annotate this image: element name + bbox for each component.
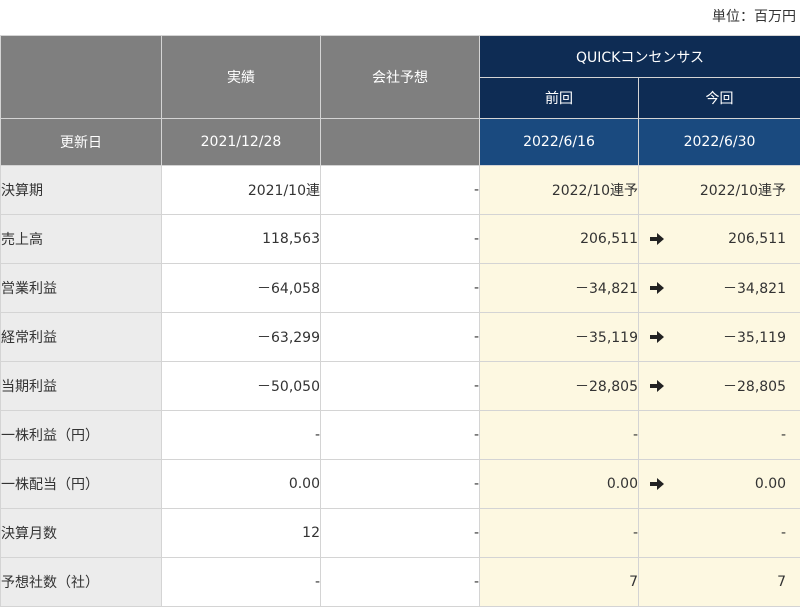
cell-previous: 7 [479,557,639,607]
cell-current: 7 [637,557,800,607]
cell-previous: 2022/10連予 [479,165,639,215]
cell-actual: 0.00 [161,459,321,509]
cell-previous: －34,821 [479,263,639,313]
cell-current-value: －35,119 [723,330,787,346]
row-label: 売上高 [0,214,162,264]
cell-current-value: 2022/10連予 [699,183,787,199]
cell-previous: 206,511 [479,214,639,264]
cell-current: 0.00 [637,459,800,509]
row-label: 決算月数 [0,508,162,558]
cell-actual: 118,563 [161,214,321,264]
cell-current-value: －28,805 [723,379,787,395]
cell-current: －35,119 [637,312,800,362]
row-label: 一株利益（円） [0,410,162,460]
cell-actual: －50,050 [161,361,321,411]
cell-actual: - [161,410,321,460]
header-quick-consensus: QUICKコンセンサス [478,35,800,78]
cell-actual: －63,299 [161,312,321,362]
cell-current-value: －34,821 [723,281,787,297]
cell-current: 206,511 [637,214,800,264]
arrow-right-icon [650,282,664,294]
cell-company-forecast: - [320,459,480,509]
cell-current-value: - [780,427,787,443]
cell-previous: - [479,508,639,558]
cell-current: - [637,508,800,558]
cell-company-forecast: - [320,312,480,362]
row-label: 予想社数（社） [0,557,162,607]
cell-actual: 2021/10連 [161,165,321,215]
cell-company-forecast: - [320,508,480,558]
cell-current-value: - [780,525,787,541]
header-company-forecast: 会社予想 [320,35,480,119]
cell-actual: - [161,557,321,607]
cell-company-forecast: - [320,165,480,215]
header-current: 今回 [637,77,800,119]
table-row: 決算期 2021/10連 -2022/10連予 2022/10連予 [0,165,800,215]
header-previous-date: 2022/6/16 [479,118,639,166]
cell-company-forecast: - [320,214,480,264]
table-row: 営業利益 －64,058- －34,821 －34,821 [0,263,800,313]
header-updated-label: 更新日 [0,118,162,166]
table-row: 経常利益 －63,299- －35,119 －35,119 [0,312,800,362]
unit-label: 単位：百万円 [712,9,796,25]
cell-current: 2022/10連予 [637,165,800,215]
cell-actual: －64,058 [161,263,321,313]
row-label: 営業利益 [0,263,162,313]
row-label: 経常利益 [0,312,162,362]
cell-current-value: 206,511 [728,231,787,247]
cell-actual: 12 [161,508,321,558]
cell-previous: 0.00 [479,459,639,509]
cell-current: －34,821 [637,263,800,313]
row-label: 決算期 [0,165,162,215]
cell-current: －28,805 [637,361,800,411]
header-actual: 実績 [161,35,321,119]
cell-previous: - [479,410,639,460]
header-previous: 前回 [479,77,639,119]
arrow-right-icon [650,380,664,392]
arrow-right-icon [650,233,664,245]
header-company-date [320,118,480,166]
cell-previous: －28,805 [479,361,639,411]
table-row: 一株配当（円） 0.00-0.00 0.00 [0,459,800,509]
cell-company-forecast: - [320,263,480,313]
financial-forecast-table: 実績 会社予想 QUICKコンセンサス 前回 今回 更新日 2021/12/28… [0,35,800,607]
table-row: 売上高 118,563-206,511 206,511 [0,214,800,264]
table-row: 決算月数 12- - - [0,508,800,558]
table-row: 予想社数（社） - -7 7 [0,557,800,607]
table-row: 一株利益（円） - - - - [0,410,800,460]
table-row: 当期利益 －50,050- －28,805 －28,805 [0,361,800,411]
cell-current-value: 0.00 [754,476,787,492]
header-current-date: 2022/6/30 [637,118,800,166]
arrow-right-icon [650,331,664,343]
cell-previous: －35,119 [479,312,639,362]
cell-current: - [637,410,800,460]
cell-company-forecast: - [320,557,480,607]
table-body: 決算期 2021/10連 -2022/10連予 2022/10連予 売上高 118,563… [0,165,800,607]
header-corner [0,35,162,119]
cell-company-forecast: - [320,361,480,411]
header-actual-date: 2021/12/28 [161,118,321,166]
row-label: 一株配当（円） [0,459,162,509]
cell-current-value: 7 [777,574,787,590]
row-label: 当期利益 [0,361,162,411]
cell-company-forecast: - [320,410,480,460]
arrow-right-icon [650,478,664,490]
